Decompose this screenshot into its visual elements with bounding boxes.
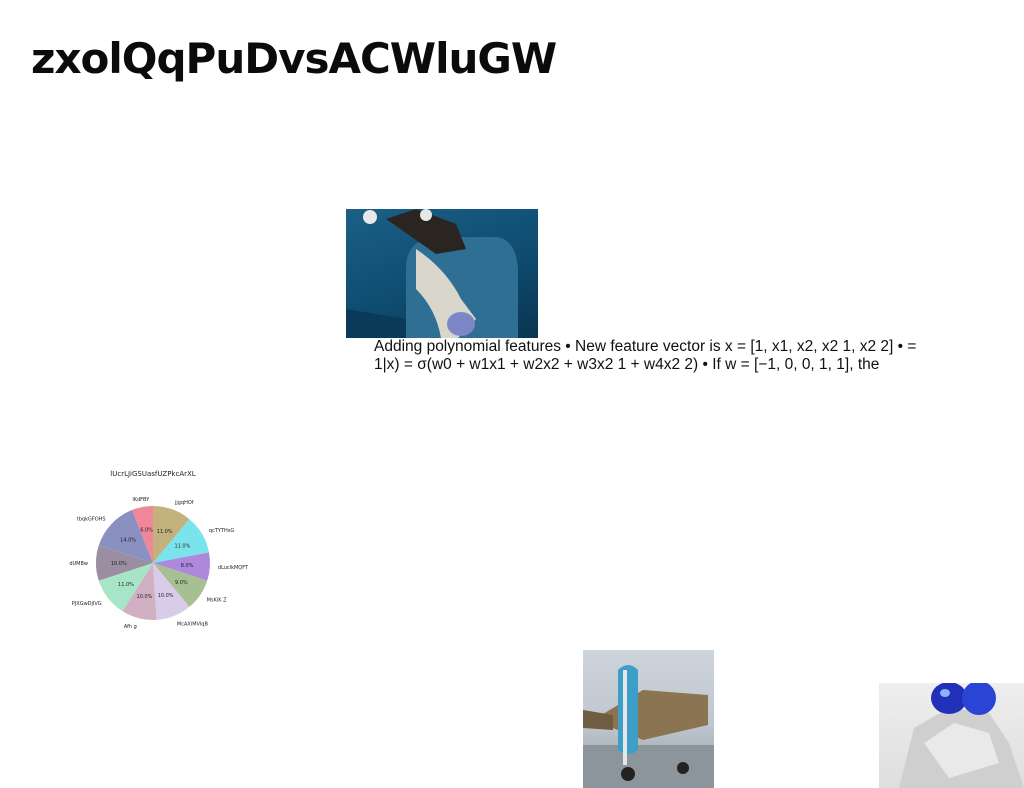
pie-percent-label: 9.0%	[175, 580, 188, 586]
photo-blue-glass-on-rock	[879, 683, 1024, 788]
pie-category-label: qcTYTHsG	[209, 528, 234, 534]
photo-vintage-airplane	[583, 650, 714, 788]
pie-percent-label: 6.0%	[140, 527, 153, 533]
pie-percent-label: 11.0%	[157, 529, 173, 535]
body-paragraph: Adding polynomial features • New feature…	[374, 338, 917, 373]
chart-title: lUcrLJiGSUasfUZPkcArXL	[110, 470, 195, 478]
pie-category-label: tbqkGFOHS	[77, 517, 106, 523]
photo-person-in-armchair	[346, 209, 538, 338]
pie-category-label: PJXGwDjIVG	[72, 601, 102, 607]
pie-percent-label: 14.0%	[120, 538, 136, 544]
pie-category-label: dLuclkMQFT	[218, 565, 249, 571]
pie-percent-label: 11.0%	[174, 544, 190, 550]
pie-category-label: jjgqHOf	[174, 500, 194, 506]
pie-category-label: Afh g	[124, 624, 137, 630]
page-title: zxolQqPuDvsACWluGW	[31, 34, 557, 83]
pie-percent-label: 10.0%	[111, 561, 127, 567]
pie-percent-label: 10.0%	[137, 594, 153, 600]
pie-category-label: MsKiK Z	[207, 598, 227, 604]
pie-percent-label: 8.0%	[181, 563, 194, 569]
pie-percent-label: 10.0%	[158, 593, 174, 599]
pie-percent-label: 11.0%	[118, 582, 134, 588]
pie-chart: lUcrLJiGSUasfUZPkcArXL 11.0% 11.0% 8.0% 9.0…	[69, 470, 249, 630]
pie-category-label: McAXiMVlqB	[177, 621, 209, 627]
pie-category-label: lKdFBY	[132, 497, 150, 503]
pie-category-label: dUMBw	[69, 561, 88, 567]
